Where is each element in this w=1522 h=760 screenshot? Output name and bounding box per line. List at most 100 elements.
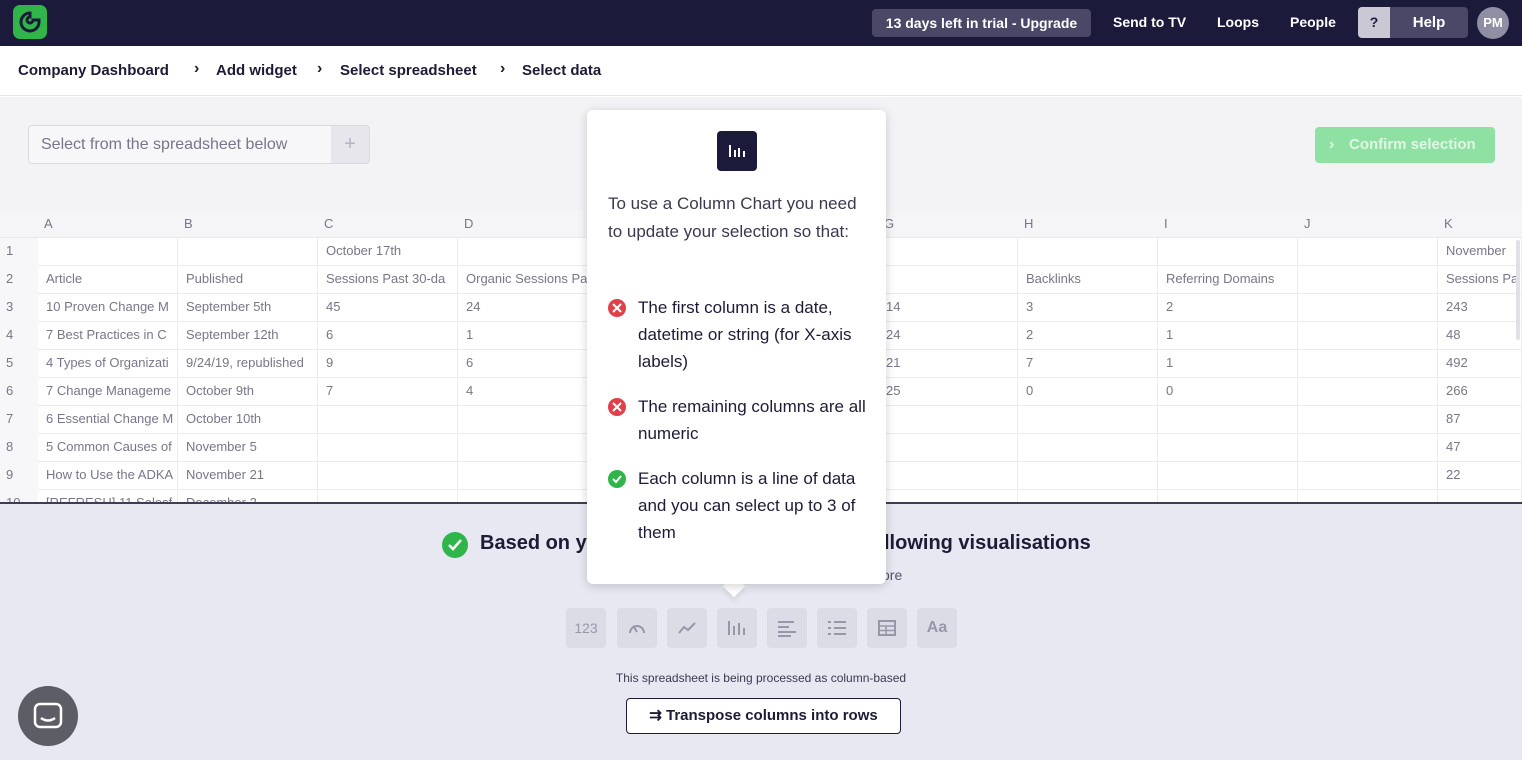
table-cell[interactable]: 6 [318, 322, 458, 350]
text-viz-button[interactable]: Aa [917, 608, 957, 648]
table-cell[interactable] [458, 406, 588, 434]
column-viz-button[interactable] [717, 608, 757, 648]
table-cell[interactable]: 45 [318, 294, 458, 322]
loops-link[interactable]: Loops [1217, 14, 1259, 30]
range-input[interactable] [28, 125, 332, 164]
table-cell[interactable]: Sessions Pa [1438, 266, 1522, 294]
table-cell[interactable] [1018, 434, 1158, 462]
table-cell[interactable] [1018, 490, 1158, 502]
transpose-button[interactable]: ⇉ Transpose columns into rows [626, 698, 901, 734]
row-number[interactable]: 6 [0, 378, 38, 406]
avatar[interactable]: PM [1477, 7, 1509, 39]
table-cell[interactable]: 25 [878, 378, 1018, 406]
table-cell[interactable]: 4 [458, 378, 588, 406]
table-cell[interactable]: November 21 [178, 462, 318, 490]
table-cell[interactable]: Organic Sessions Pa [458, 266, 588, 294]
table-cell[interactable] [1298, 378, 1438, 406]
table-cell[interactable] [1298, 266, 1438, 294]
table-cell[interactable]: 10 Proven Change M [38, 294, 178, 322]
table-cell[interactable]: 7 [318, 378, 458, 406]
table-cell[interactable]: 6 [458, 350, 588, 378]
table-cell[interactable]: Published [178, 266, 318, 294]
table-cell[interactable] [1298, 434, 1438, 462]
table-cell[interactable]: 2 [1158, 294, 1298, 322]
help-button[interactable]: ? Help [1358, 7, 1468, 38]
table-cell[interactable]: September 12th [178, 322, 318, 350]
table-cell[interactable]: 87 [1438, 406, 1522, 434]
trial-upgrade-button[interactable]: 13 days left in trial - Upgrade [872, 9, 1091, 37]
table-cell[interactable]: September 5th [178, 294, 318, 322]
table-cell[interactable] [1158, 406, 1298, 434]
table-cell[interactable]: 0 [1018, 378, 1158, 406]
table-cell[interactable]: 6 Essential Change M [38, 406, 178, 434]
table-cell[interactable]: 266 [1438, 378, 1522, 406]
table-cell[interactable] [318, 490, 458, 502]
table-cell[interactable] [458, 434, 588, 462]
row-number[interactable]: 3 [0, 294, 38, 322]
table-cell[interactable]: 47 [1438, 434, 1522, 462]
logo-icon[interactable] [13, 5, 47, 39]
table-cell[interactable] [318, 462, 458, 490]
table-cell[interactable]: November [1438, 238, 1522, 266]
table-cell[interactable] [1298, 462, 1438, 490]
row-number[interactable]: 4 [0, 322, 38, 350]
table-cell[interactable]: 7 Best Practices in C [38, 322, 178, 350]
table-cell[interactable]: Sessions Past 30-da [318, 266, 458, 294]
table-cell[interactable] [878, 266, 1018, 294]
row-number[interactable]: 10 [0, 490, 38, 502]
table-cell[interactable] [1298, 350, 1438, 378]
column-header[interactable]: K [1444, 216, 1453, 231]
people-link[interactable]: People [1290, 14, 1336, 30]
chat-launcher-button[interactable] [18, 686, 78, 746]
table-viz-button[interactable] [867, 608, 907, 648]
breadcrumb-company-dashboard[interactable]: Company Dashboard [18, 62, 169, 79]
row-number[interactable]: 2 [0, 266, 38, 294]
table-cell[interactable] [1438, 490, 1522, 502]
column-header[interactable]: D [464, 216, 473, 231]
table-cell[interactable]: Article [38, 266, 178, 294]
table-cell[interactable]: 22 [1438, 462, 1522, 490]
table-cell[interactable]: October 17th [318, 238, 458, 266]
column-header[interactable]: H [1024, 216, 1033, 231]
row-number[interactable]: 7 [0, 406, 38, 434]
column-header[interactable]: I [1164, 216, 1168, 231]
table-cell[interactable] [1018, 406, 1158, 434]
table-cell[interactable]: 2 [1018, 322, 1158, 350]
table-cell[interactable] [1158, 434, 1298, 462]
row-number[interactable]: 8 [0, 434, 38, 462]
table-cell[interactable]: November 5 [178, 434, 318, 462]
confirm-selection-button[interactable]: › Confirm selection [1315, 127, 1495, 163]
table-cell[interactable] [1298, 406, 1438, 434]
row-number[interactable]: 9 [0, 462, 38, 490]
column-header[interactable]: A [44, 216, 53, 231]
table-cell[interactable]: October 10th [178, 406, 318, 434]
table-cell[interactable] [878, 238, 1018, 266]
table-cell[interactable] [878, 462, 1018, 490]
table-cell[interactable] [458, 238, 588, 266]
send-to-tv-link[interactable]: Send to TV [1113, 14, 1186, 30]
column-header[interactable]: B [184, 216, 193, 231]
table-cell[interactable] [458, 490, 588, 502]
table-cell[interactable] [1018, 462, 1158, 490]
table-cell[interactable]: 24 [458, 294, 588, 322]
table-cell[interactable]: 243 [1438, 294, 1522, 322]
table-cell[interactable] [1298, 322, 1438, 350]
table-cell[interactable]: 1 [1158, 322, 1298, 350]
table-cell[interactable] [38, 238, 178, 266]
row-number[interactable]: 1 [0, 238, 38, 266]
table-cell[interactable] [318, 406, 458, 434]
table-cell[interactable]: 24 [878, 322, 1018, 350]
add-range-button[interactable]: + [331, 125, 370, 164]
table-cell[interactable]: Referring Domains [1158, 266, 1298, 294]
table-cell[interactable] [878, 406, 1018, 434]
column-header[interactable]: C [324, 216, 333, 231]
table-cell[interactable] [1018, 238, 1158, 266]
table-cell[interactable]: 3 [1018, 294, 1158, 322]
table-cell[interactable]: [REFRESH] 11 Salesf [38, 490, 178, 502]
number-viz-button[interactable]: 123 [566, 608, 606, 648]
row-number[interactable]: 5 [0, 350, 38, 378]
breadcrumb-select-spreadsheet[interactable]: Select spreadsheet [340, 62, 477, 79]
table-cell[interactable]: December 2 [178, 490, 318, 502]
table-cell[interactable]: 9/24/19, republished [178, 350, 318, 378]
table-cell[interactable] [878, 434, 1018, 462]
